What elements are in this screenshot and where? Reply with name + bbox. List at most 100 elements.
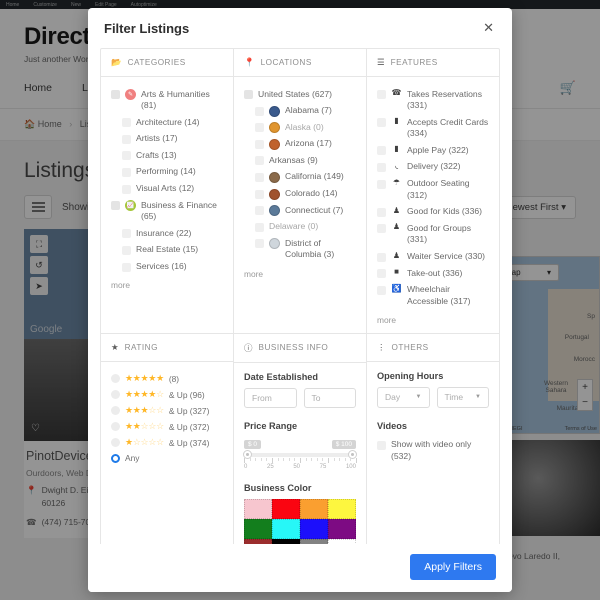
checkbox[interactable]	[255, 139, 264, 149]
price-track[interactable]	[243, 449, 357, 459]
rating-option-3[interactable]: ★★★☆☆ & Up (327)	[111, 403, 223, 419]
checkbox[interactable]	[122, 262, 131, 272]
checkbox[interactable]	[377, 162, 386, 172]
radio[interactable]	[111, 374, 120, 384]
feature-option[interactable]: ♿ Wheelchair Accessible (317)	[377, 282, 489, 310]
category-option[interactable]: Performing (14)	[111, 164, 223, 181]
feature-option[interactable]: ▮ Apple Pay (322)	[377, 142, 489, 159]
checkbox[interactable]	[244, 90, 253, 99]
video-only-option[interactable]: Show with video only (532)	[377, 437, 489, 465]
feature-option[interactable]: ♟ Good for Groups (331)	[377, 220, 489, 248]
rating-option-2[interactable]: ★★☆☆☆ & Up (372)	[111, 419, 223, 435]
categories-more-link[interactable]: more	[111, 280, 223, 290]
price-slider[interactable]: $ 0 $ 100 0 25 50 75 100	[243, 437, 357, 470]
checkbox[interactable]	[255, 106, 264, 116]
location-option[interactable]: District of Columbia (3)	[244, 235, 356, 263]
radio[interactable]	[111, 390, 120, 400]
checkbox[interactable]	[255, 206, 264, 216]
checkbox[interactable]	[255, 123, 264, 133]
checkbox[interactable]	[377, 269, 386, 279]
color-swatch[interactable]	[300, 498, 328, 519]
checkbox[interactable]	[377, 252, 386, 262]
feature-option[interactable]: ☎ Takes Reservations (331)	[377, 86, 489, 114]
location-option[interactable]: Arizona (17)	[244, 136, 356, 153]
checkbox[interactable]	[255, 189, 264, 199]
category-option[interactable]: Crafts (13)	[111, 147, 223, 164]
checkbox[interactable]	[377, 224, 386, 234]
rating-option-1[interactable]: ★☆☆☆☆ & Up (374)	[111, 435, 223, 451]
checkbox[interactable]	[122, 229, 131, 239]
checkbox[interactable]	[122, 167, 131, 177]
category-option[interactable]: Services (16)	[111, 259, 223, 276]
checkbox[interactable]	[377, 179, 386, 189]
radio[interactable]	[111, 406, 120, 416]
checkbox[interactable]	[122, 118, 131, 128]
locations-more-link[interactable]: more	[244, 269, 356, 279]
date-to-input[interactable]: To	[303, 387, 356, 408]
stars-1: ★☆☆☆☆	[125, 437, 164, 448]
category-option[interactable]: Visual Arts (12)	[111, 181, 223, 198]
checkbox[interactable]	[255, 239, 264, 249]
color-swatch[interactable]	[244, 518, 272, 539]
color-swatch[interactable]	[328, 498, 356, 519]
checkbox[interactable]	[255, 222, 264, 232]
checkbox[interactable]	[122, 134, 131, 144]
category-option[interactable]: Architecture (14)	[111, 114, 223, 131]
checkbox[interactable]	[111, 201, 120, 211]
checkbox[interactable]	[255, 156, 264, 166]
location-option[interactable]: Alabama (7)	[244, 103, 356, 120]
features-more-link[interactable]: more	[377, 315, 489, 325]
category-option[interactable]: Real Estate (15)	[111, 242, 223, 259]
location-option[interactable]: Connecticut (7)	[244, 202, 356, 219]
checkbox[interactable]	[377, 285, 386, 295]
day-select[interactable]: Day ▼	[377, 386, 430, 408]
checkbox[interactable]	[255, 172, 264, 182]
feature-option[interactable]: ▮ Accepts Credit Cards (334)	[377, 114, 489, 142]
category-option[interactable]: Insurance (22)	[111, 225, 223, 242]
feature-label: Take-out (336)	[407, 267, 463, 278]
category-option[interactable]: Artists (17)	[111, 131, 223, 148]
radio[interactable]	[111, 422, 120, 432]
categories-header: 📂 CATEGORIES	[101, 49, 233, 77]
apply-filters-button[interactable]: Apply Filters	[410, 554, 496, 580]
radio-selected[interactable]	[111, 453, 120, 463]
category-option[interactable]: ✎ Arts & Humanities (81)	[111, 86, 223, 114]
checkbox[interactable]	[122, 184, 131, 194]
feature-option[interactable]: ◟ Delivery (322)	[377, 159, 489, 176]
location-option[interactable]: Colorado (14)	[244, 186, 356, 203]
category-label: Arts & Humanities (81)	[141, 88, 210, 111]
checkbox[interactable]	[377, 90, 386, 99]
checkbox[interactable]	[377, 118, 386, 128]
color-swatch[interactable]	[300, 518, 328, 539]
tick	[266, 457, 268, 461]
rating-option-4[interactable]: ★★★★☆ & Up (96)	[111, 387, 223, 403]
feature-option[interactable]: ♟ Waiter Service (330)	[377, 249, 489, 266]
color-swatch[interactable]	[272, 498, 300, 519]
location-option[interactable]: California (149)	[244, 169, 356, 186]
checkbox[interactable]	[377, 146, 386, 156]
category-option[interactable]: 📈 Business & Finance (65)	[111, 197, 223, 225]
color-swatches[interactable]	[244, 498, 356, 544]
checkbox[interactable]	[377, 440, 386, 450]
close-icon[interactable]: ✕	[481, 21, 496, 34]
location-option[interactable]: Arkansas (9)	[244, 152, 356, 169]
feature-option[interactable]: ■ Take-out (336)	[377, 265, 489, 282]
color-swatch[interactable]	[328, 518, 356, 539]
feature-option[interactable]: ♟ Good for Kids (336)	[377, 204, 489, 221]
checkbox[interactable]	[111, 90, 120, 99]
location-option[interactable]: United States (627)	[244, 86, 356, 103]
checkbox[interactable]	[122, 151, 131, 161]
location-option[interactable]: Delaware (0)	[244, 219, 356, 236]
radio[interactable]	[111, 438, 120, 448]
checkbox[interactable]	[122, 245, 131, 255]
checkbox[interactable]	[377, 207, 386, 217]
color-swatch[interactable]	[244, 498, 272, 519]
rating-option-any[interactable]: Any	[111, 451, 223, 466]
location-option[interactable]: Alaska (0)	[244, 119, 356, 136]
rating-option-5[interactable]: ★★★★★ (8)	[111, 371, 223, 387]
color-swatch[interactable]	[272, 518, 300, 539]
feature-option[interactable]: ☂ Outdoor Seating (312)	[377, 176, 489, 204]
time-select[interactable]: Time ▼	[436, 386, 489, 408]
date-from-input[interactable]: From	[244, 387, 297, 408]
opening-hours-label: Opening Hours	[377, 370, 444, 381]
